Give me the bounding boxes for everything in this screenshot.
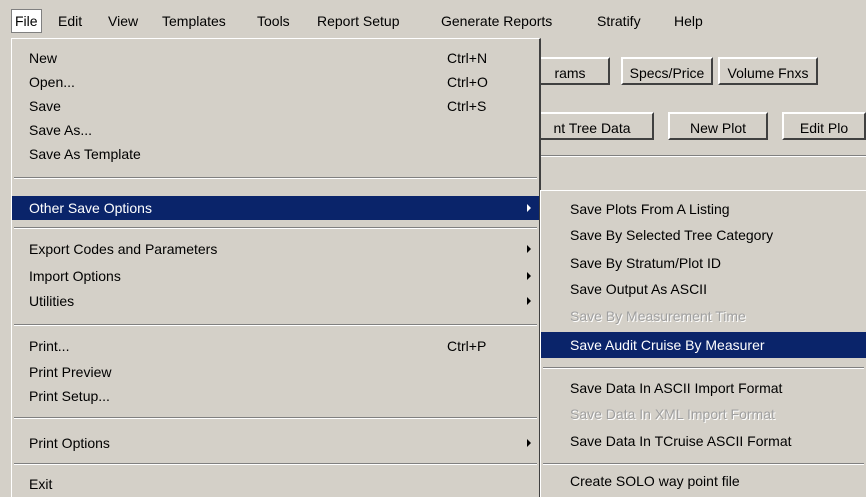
menu-item-save[interactable]: Save Ctrl+S (12, 94, 539, 118)
menu-item-print-setup[interactable]: Print Setup... (12, 384, 539, 408)
menu-item-shortcut: Ctrl+S (447, 98, 487, 114)
params-button[interactable]: rams (530, 57, 610, 85)
menu-item-label: Save (29, 98, 61, 114)
menu-item-label: Save Data In ASCII Import Format (570, 380, 783, 396)
menu-item-label: Print Preview (29, 364, 112, 380)
submenu-item-save-by-stratum[interactable]: Save By Stratum/Plot ID (541, 251, 866, 275)
menu-item-label: Save As... (29, 122, 93, 138)
submenu-arrow-icon (527, 297, 531, 305)
menu-file[interactable]: File (11, 9, 42, 33)
menu-item-utilities[interactable]: Utilities (12, 289, 539, 313)
submenu-item-save-xml-import: Save Data In XML Import Format (541, 402, 866, 426)
menu-item-print-preview[interactable]: Print Preview (12, 360, 539, 384)
submenu-item-create-solo-waypoint[interactable]: Create SOLO way point file (541, 469, 866, 493)
edit-plot-button[interactable]: Edit Plo (782, 112, 866, 140)
menu-item-exit[interactable]: Exit (12, 472, 539, 496)
menu-separator (543, 463, 864, 465)
specs-price-button[interactable]: Specs/Price (621, 57, 713, 85)
menu-separator (14, 324, 537, 326)
menu-report-setup[interactable]: Report Setup (317, 10, 400, 32)
menu-item-label: Other Save Options (29, 200, 152, 216)
menu-item-label: Save As Template (29, 146, 141, 162)
menu-item-export-codes[interactable]: Export Codes and Parameters (12, 237, 539, 261)
menu-item-label: Save By Selected Tree Category (570, 227, 774, 243)
menu-item-save-as[interactable]: Save As... (12, 118, 539, 142)
menu-item-label: Save Output As ASCII (570, 281, 707, 297)
other-save-options-submenu: Save Plots From A Listing Save By Select… (540, 190, 866, 497)
submenu-item-save-by-measurement-time: Save By Measurement Time (541, 304, 866, 328)
menu-item-import-options[interactable]: Import Options (12, 264, 539, 288)
submenu-arrow-icon (527, 204, 531, 212)
submenu-item-save-tcruise-ascii[interactable]: Save Data In TCruise ASCII Format (541, 429, 866, 453)
menu-separator (543, 367, 864, 369)
menu-item-print[interactable]: Print... Ctrl+P (12, 334, 539, 358)
submenu-item-save-output-ascii[interactable]: Save Output As ASCII (541, 277, 866, 301)
menu-generate-reports[interactable]: Generate Reports (441, 10, 552, 32)
menu-item-label: Create SOLO way point file (570, 473, 740, 489)
menu-item-label: New (29, 50, 58, 66)
print-tree-data-button[interactable]: nt Tree Data (530, 112, 654, 140)
menu-item-label: Save Data In TCruise ASCII Format (570, 433, 792, 449)
menu-edit[interactable]: Edit (58, 10, 82, 32)
submenu-arrow-icon (527, 245, 531, 253)
menu-item-label: Save By Measurement Time (570, 308, 746, 324)
menu-item-label: Print... (29, 338, 70, 354)
new-plot-button[interactable]: New Plot (668, 112, 768, 140)
menu-item-label: Save Data In XML Import Format (570, 406, 775, 422)
menu-item-shortcut: Ctrl+P (447, 338, 487, 354)
menu-item-other-save-options[interactable]: Other Save Options (12, 196, 539, 220)
menu-item-new[interactable]: New Ctrl+N (12, 46, 539, 70)
menu-item-label: Print Setup... (29, 388, 110, 404)
menu-item-shortcut: Ctrl+O (447, 74, 488, 90)
menu-item-label: Save Plots From A Listing (570, 201, 730, 217)
menu-tools[interactable]: Tools (257, 10, 290, 32)
file-dropdown-menu: New Ctrl+N Open... Ctrl+O Save Ctrl+S Save … (11, 38, 541, 497)
submenu-item-save-by-tree-category[interactable]: Save By Selected Tree Category (541, 223, 866, 247)
menu-item-label: Exit (29, 476, 53, 492)
menu-item-label: Open... (29, 74, 75, 90)
menu-item-print-options[interactable]: Print Options (12, 431, 539, 455)
menu-item-label: Print Options (29, 435, 110, 451)
submenu-item-save-audit-cruise[interactable]: Save Audit Cruise By Measurer (541, 332, 866, 358)
volume-fnxs-button[interactable]: Volume Fnxs (718, 57, 818, 85)
menu-item-label: Export Codes and Parameters (29, 241, 218, 257)
submenu-item-save-plots-listing[interactable]: Save Plots From A Listing (541, 197, 866, 221)
menu-separator (14, 227, 537, 229)
menu-item-open[interactable]: Open... Ctrl+O (12, 70, 539, 94)
submenu-arrow-icon (527, 439, 531, 447)
menu-item-label: Save By Stratum/Plot ID (570, 255, 721, 271)
menu-stratify[interactable]: Stratify (597, 10, 641, 32)
menu-item-label: Utilities (29, 293, 75, 309)
menu-view[interactable]: View (108, 10, 138, 32)
menu-bar: File Edit View Templates Tools Report Se… (0, 0, 866, 36)
menu-help[interactable]: Help (674, 10, 703, 32)
menu-item-shortcut: Ctrl+N (447, 50, 488, 66)
submenu-arrow-icon (527, 272, 531, 280)
toolbar-divider (540, 155, 866, 157)
submenu-item-save-ascii-import[interactable]: Save Data In ASCII Import Format (541, 376, 866, 400)
menu-item-save-as-template[interactable]: Save As Template (12, 142, 539, 166)
menu-separator (14, 417, 537, 419)
menu-separator (14, 177, 537, 179)
menu-separator (14, 463, 537, 465)
menu-templates[interactable]: Templates (162, 10, 226, 32)
menu-item-label: Save Audit Cruise By Measurer (570, 337, 765, 353)
menu-item-label: Import Options (29, 268, 121, 284)
